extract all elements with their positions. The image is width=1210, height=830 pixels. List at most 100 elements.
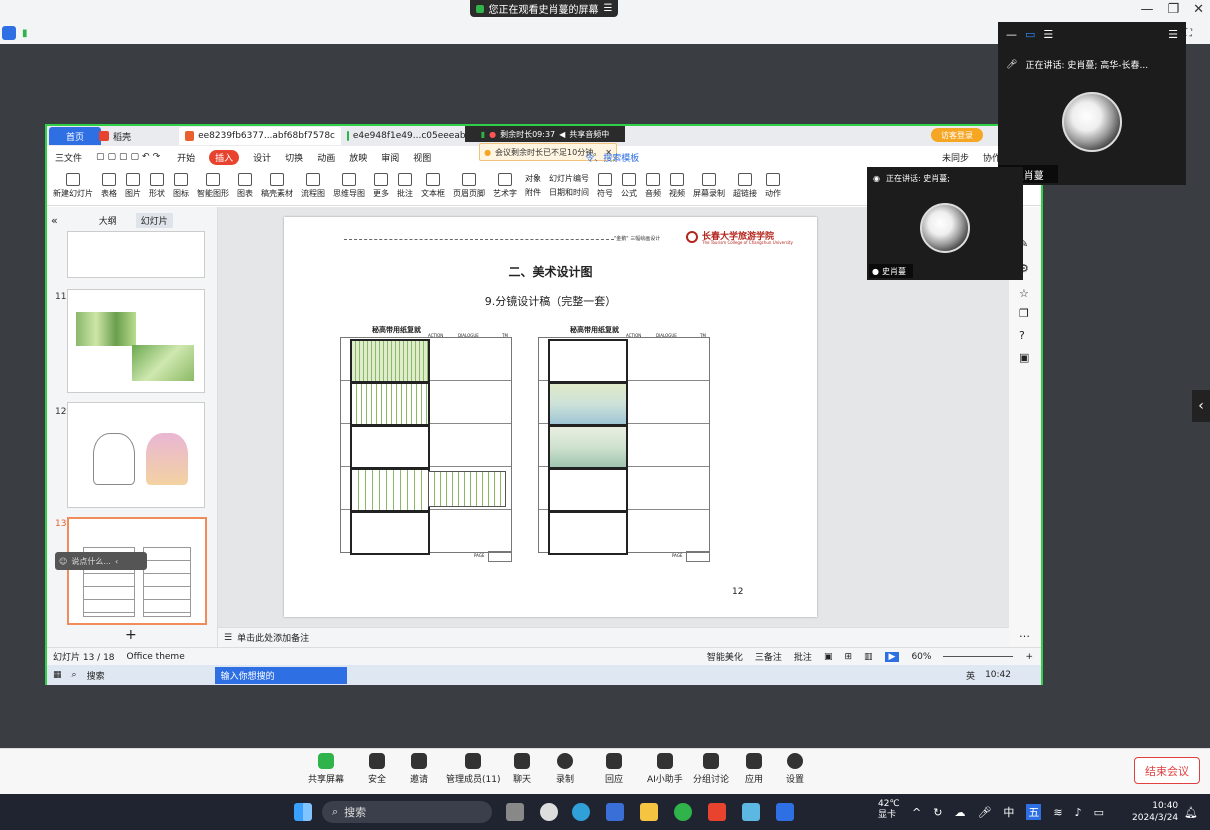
collapse-icon[interactable]: « [51, 214, 58, 227]
tab-slides[interactable]: 幻灯片 [135, 213, 173, 228]
ribbon-audio[interactable]: 音频 [645, 172, 661, 199]
zoom-in-icon[interactable]: + [1025, 652, 1033, 662]
image-tool-icon[interactable]: ▣ [1019, 351, 1029, 364]
fullscreen-icon[interactable]: ⛶ [1185, 28, 1192, 39]
menu-view[interactable]: 视图 [413, 151, 431, 164]
manage-members-button[interactable]: 管理成员(11) [446, 753, 500, 785]
input-language[interactable]: 中 [1003, 804, 1014, 820]
slide-thumbnail[interactable] [67, 231, 205, 278]
quick-access-icons[interactable]: ▢▢▢▢↶↷ [96, 152, 163, 162]
view-normal-icon[interactable]: ▣ [824, 652, 833, 662]
ime-icon[interactable]: 五 [1026, 804, 1042, 820]
ribbon-picture[interactable]: 图片 [125, 172, 141, 199]
folder-icon[interactable] [640, 803, 658, 821]
microphone-icon[interactable]: 🎤︎ [977, 806, 991, 819]
chat-button[interactable]: 聊天 [513, 753, 531, 785]
react-button[interactable]: 回应 [605, 753, 623, 785]
menu-design[interactable]: 设计 [253, 151, 271, 164]
edge-icon[interactable] [572, 803, 590, 821]
view-reading-icon[interactable]: ▥ [864, 652, 873, 662]
ribbon-more[interactable]: 更多 [373, 172, 389, 199]
comment-toggle[interactable]: 批注 [794, 650, 812, 663]
ribbon-action[interactable]: 动作 [765, 172, 781, 199]
wifi-icon[interactable]: ≋ [1053, 806, 1062, 819]
ribbon-hyperlink[interactable]: 超链接 [733, 172, 757, 199]
menu-transition[interactable]: 切换 [285, 151, 303, 164]
end-meeting-button[interactable]: 结束会议 [1134, 757, 1200, 784]
windows-start-icon[interactable]: ▦ [53, 670, 62, 680]
ribbon-wordart[interactable]: 艺术字 [493, 172, 517, 199]
inner-lang-indicator[interactable]: 英 [966, 669, 975, 682]
help-icon[interactable]: ? [1019, 329, 1025, 342]
record-button[interactable]: 录制 [556, 753, 574, 785]
cloud-icon[interactable]: ☁ [954, 806, 965, 819]
play-icon[interactable]: ▶ [884, 651, 900, 662]
smart-beautify-button[interactable]: 智能美化 [707, 650, 743, 663]
security-button[interactable]: 安全 [368, 753, 386, 785]
wechat-icon[interactable] [674, 803, 692, 821]
ribbon-chart[interactable]: 图表 [237, 172, 253, 199]
copy-icon[interactable]: ❐ [1019, 307, 1029, 320]
minimize-icon[interactable]: — [1006, 28, 1017, 41]
slide-thumbnail-active[interactable] [67, 517, 207, 625]
ribbon-comment[interactable]: 批注 [397, 172, 413, 199]
ribbon-flowchart[interactable]: 流程图 [301, 172, 325, 199]
ribbon-shape[interactable]: 形状 [149, 172, 165, 199]
ribbon-formula[interactable]: 公式 [621, 172, 637, 199]
menu-review[interactable]: 审阅 [381, 151, 399, 164]
settings-button[interactable]: 设置 [786, 753, 804, 785]
comment-overlay[interactable]: ☺ 说点什么... ‹ [55, 552, 147, 570]
close-button[interactable]: ✕ [1193, 2, 1204, 17]
taskbar-search[interactable]: ⌕ 搜索 [322, 801, 492, 823]
photos-icon[interactable] [742, 803, 760, 821]
chevron-up-icon[interactable]: ^ [912, 806, 921, 819]
invite-button[interactable]: 邀请 [410, 753, 428, 785]
shape-tool-icon[interactable]: ☆ [1019, 287, 1029, 300]
sync-status[interactable]: 未同步 [942, 151, 969, 164]
weather-widget[interactable]: 42℃ 显卡 [878, 799, 900, 821]
app-icon[interactable] [540, 803, 558, 821]
ribbon-symbol[interactable]: 符号 [597, 172, 613, 199]
list-icon[interactable]: ☰ [1043, 28, 1053, 41]
inner-search-label[interactable]: 搜索 [87, 669, 105, 682]
more-options-icon[interactable]: … [1019, 627, 1030, 640]
tab-document-2[interactable]: e4e948f1e49...c05eeeabdb [341, 127, 483, 145]
shield-icon[interactable] [2, 26, 16, 40]
ribbon-slide-number[interactable]: 幻灯片编号 [549, 173, 589, 184]
guest-login-button[interactable]: 访客登录 [931, 128, 983, 142]
menu-home[interactable]: 开始 [177, 151, 195, 164]
minimize-button[interactable]: — [1140, 2, 1153, 17]
ribbon-attachment[interactable]: 附件 [525, 187, 541, 198]
ribbon-new-slide[interactable]: 新建幻灯片 [53, 172, 93, 199]
ai-assistant-button[interactable]: AI小助手 [647, 753, 683, 785]
chevron-left-icon[interactable]: ‹ [1192, 390, 1210, 422]
volume-icon[interactable]: ♪ [1075, 806, 1082, 819]
menu-slideshow[interactable]: 放映 [349, 151, 367, 164]
slide-canvas[interactable]: "金鹅" 三幅绘画设计 长春大学旅游学院 The Tourism College… [284, 217, 817, 617]
ribbon-table[interactable]: 表格 [101, 172, 117, 199]
store-icon[interactable] [606, 803, 624, 821]
zoom-slider[interactable] [943, 656, 1014, 657]
windows-start-icon[interactable] [294, 803, 312, 821]
menu-animation[interactable]: 动画 [317, 151, 335, 164]
ribbon-icon[interactable]: 图标 [173, 172, 189, 199]
notes-toggle[interactable]: 三备注 [755, 650, 782, 663]
menu-file[interactable]: 三文件 [55, 151, 82, 164]
layout-icon[interactable]: ☰ [1168, 28, 1178, 41]
ribbon-header-footer[interactable]: 页眉页脚 [453, 172, 485, 199]
share-screen-button[interactable]: 共享屏幕 [308, 753, 344, 785]
notes-bar[interactable]: ☰ 单击此处添加备注 [218, 627, 1009, 647]
ribbon-datetime[interactable]: 日期和时间 [549, 187, 589, 198]
ribbon-textbox[interactable]: 文本框 [421, 172, 445, 199]
menu-insert[interactable]: 插入 [209, 149, 240, 165]
ribbon-smartart[interactable]: 智能图形 [197, 172, 229, 199]
tab-document-1[interactable]: ee8239fb6377...abf68bf7578c [179, 127, 341, 145]
tab-outline[interactable]: 大纲 [94, 213, 122, 228]
task-view-icon[interactable] [506, 803, 524, 821]
meeting-app-icon[interactable] [776, 803, 794, 821]
notification-icon[interactable]: 🔔︎ [1184, 806, 1198, 819]
add-slide-button[interactable]: + [125, 627, 137, 643]
view-grid-icon[interactable]: ⊞ [844, 652, 852, 662]
inner-search-input[interactable]: 输入你想搜的 [214, 666, 347, 684]
apps-button[interactable]: 应用 [745, 753, 763, 785]
